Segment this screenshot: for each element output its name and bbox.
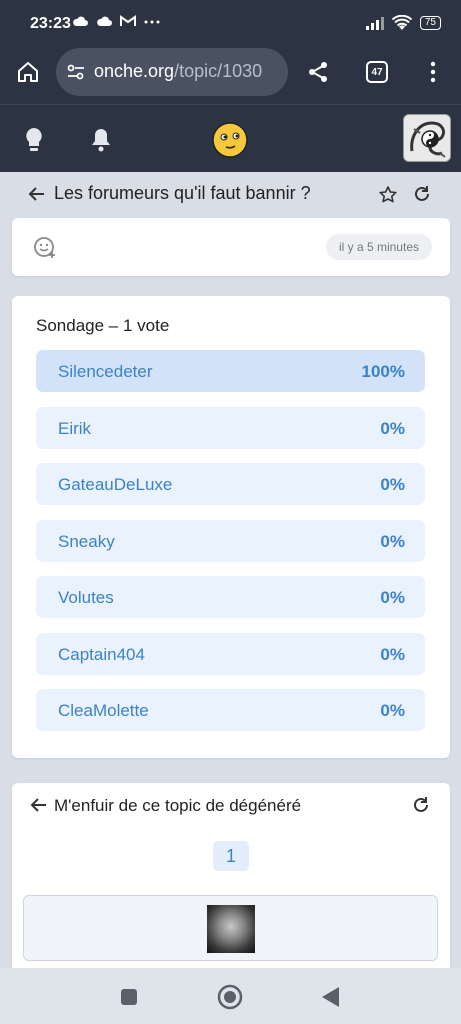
back-triangle-icon[interactable] (321, 986, 341, 1008)
poll-option-volutes[interactable]: Volutes 0% (36, 576, 425, 618)
url-path: /topic/1030 (174, 61, 263, 81)
poll-option-name: Sneaky (58, 532, 115, 551)
logo-smiley-icon[interactable] (211, 121, 249, 159)
topic-title: Les forumeurs qu'il faut bannir ? (54, 183, 311, 203)
cloud-icon (97, 16, 112, 26)
poll-option-percent: 0% (380, 475, 405, 494)
battery-icon: 75 (419, 16, 441, 30)
home-icon (18, 62, 38, 82)
poll-option-percent: 0% (380, 645, 405, 664)
tabs-button[interactable]: 47 (363, 58, 391, 86)
post-image[interactable] (207, 905, 255, 953)
recents-square-icon[interactable] (120, 988, 138, 1006)
poll-option-name: Silencedeter (58, 362, 153, 381)
poll-title: Sondage – 1 vote (36, 316, 170, 335)
site-settings-icon[interactable] (66, 62, 86, 82)
poll-option-name: Captain404 (58, 645, 145, 664)
refresh-icon[interactable] (413, 185, 431, 203)
notification-icons (72, 14, 160, 30)
system-nav-bar (0, 968, 461, 1024)
poll-option-percent: 0% (380, 588, 405, 607)
add-reaction-icon[interactable] (33, 235, 57, 259)
home-circle-icon[interactable] (217, 984, 243, 1010)
signal-icon (365, 16, 384, 30)
post-time-badge: il y a 5 minutes (325, 234, 432, 260)
poll-option-name: Eirik (58, 419, 92, 438)
poll-option-captain404[interactable]: Captain404 0% (36, 633, 425, 675)
star-icon[interactable] (378, 185, 398, 205)
cloud-icon (73, 16, 88, 26)
url-domain: onche.org (94, 61, 175, 81)
poll-option-eirik[interactable]: Eirik 0% (36, 407, 425, 449)
browser-menu-button[interactable] (419, 58, 447, 86)
status-bar: 23:23 75 (0, 0, 461, 48)
poll-option-name: Volutes (58, 588, 114, 607)
poll-option-percent: 0% (380, 419, 405, 438)
poll-option-gateaudeluxe[interactable]: GateauDeLuxe 0% (36, 463, 425, 505)
refresh-icon[interactable] (412, 796, 430, 814)
vertical-dots-icon (430, 61, 436, 83)
poll-option-sneaky[interactable]: Sneaky 0% (36, 520, 425, 562)
topic-header: Les forumeurs qu'il faut bannir ? (12, 174, 450, 214)
url-text[interactable]: onche.org/topic/1030 (94, 61, 262, 82)
poll-option-percent: 0% (380, 532, 405, 551)
status-time: 23:23 (30, 15, 71, 32)
more-dots-icon (144, 20, 160, 24)
home-button[interactable] (14, 58, 42, 86)
back-arrow-icon[interactable] (28, 185, 46, 203)
browser-toolbar: onche.org/topic/1030 47 (0, 48, 461, 104)
site-header (0, 104, 461, 172)
share-icon (309, 62, 327, 82)
post-meta-card: il y a 5 minutes (12, 218, 450, 276)
poll-option-percent: 0% (380, 701, 405, 720)
dragon-yinyang-avatar-icon (404, 115, 450, 161)
url-bar[interactable]: onche.org/topic/1030 (56, 48, 288, 96)
bell-icon[interactable] (90, 127, 112, 153)
share-button[interactable] (304, 58, 332, 86)
poll-card: Sondage – 1 vote Silencedeter 100% Eirik… (12, 296, 450, 758)
leave-topic-link[interactable]: M'enfuir de ce topic de dégénéré (54, 796, 301, 816)
poll-option-name: GateauDeLuxe (58, 475, 173, 494)
pagination-current-page[interactable]: 1 (213, 841, 249, 871)
post-preview (23, 895, 438, 961)
tab-count: 47 (366, 61, 388, 83)
poll-option-cleamolette[interactable]: CleaMolette 0% (36, 689, 425, 731)
poll-option-name: CleaMolette (58, 701, 149, 720)
poll-option-percent: 100% (361, 362, 405, 381)
back-arrow-icon[interactable] (30, 796, 48, 814)
wifi-icon (391, 15, 412, 30)
user-avatar[interactable] (403, 114, 451, 162)
topic-footer-card: M'enfuir de ce topic de dégénéré 1 (12, 783, 450, 968)
gmail-icon (119, 15, 136, 26)
poll-option-silencedeter[interactable]: Silencedeter 100% (36, 350, 425, 392)
lightbulb-icon[interactable] (23, 127, 45, 153)
